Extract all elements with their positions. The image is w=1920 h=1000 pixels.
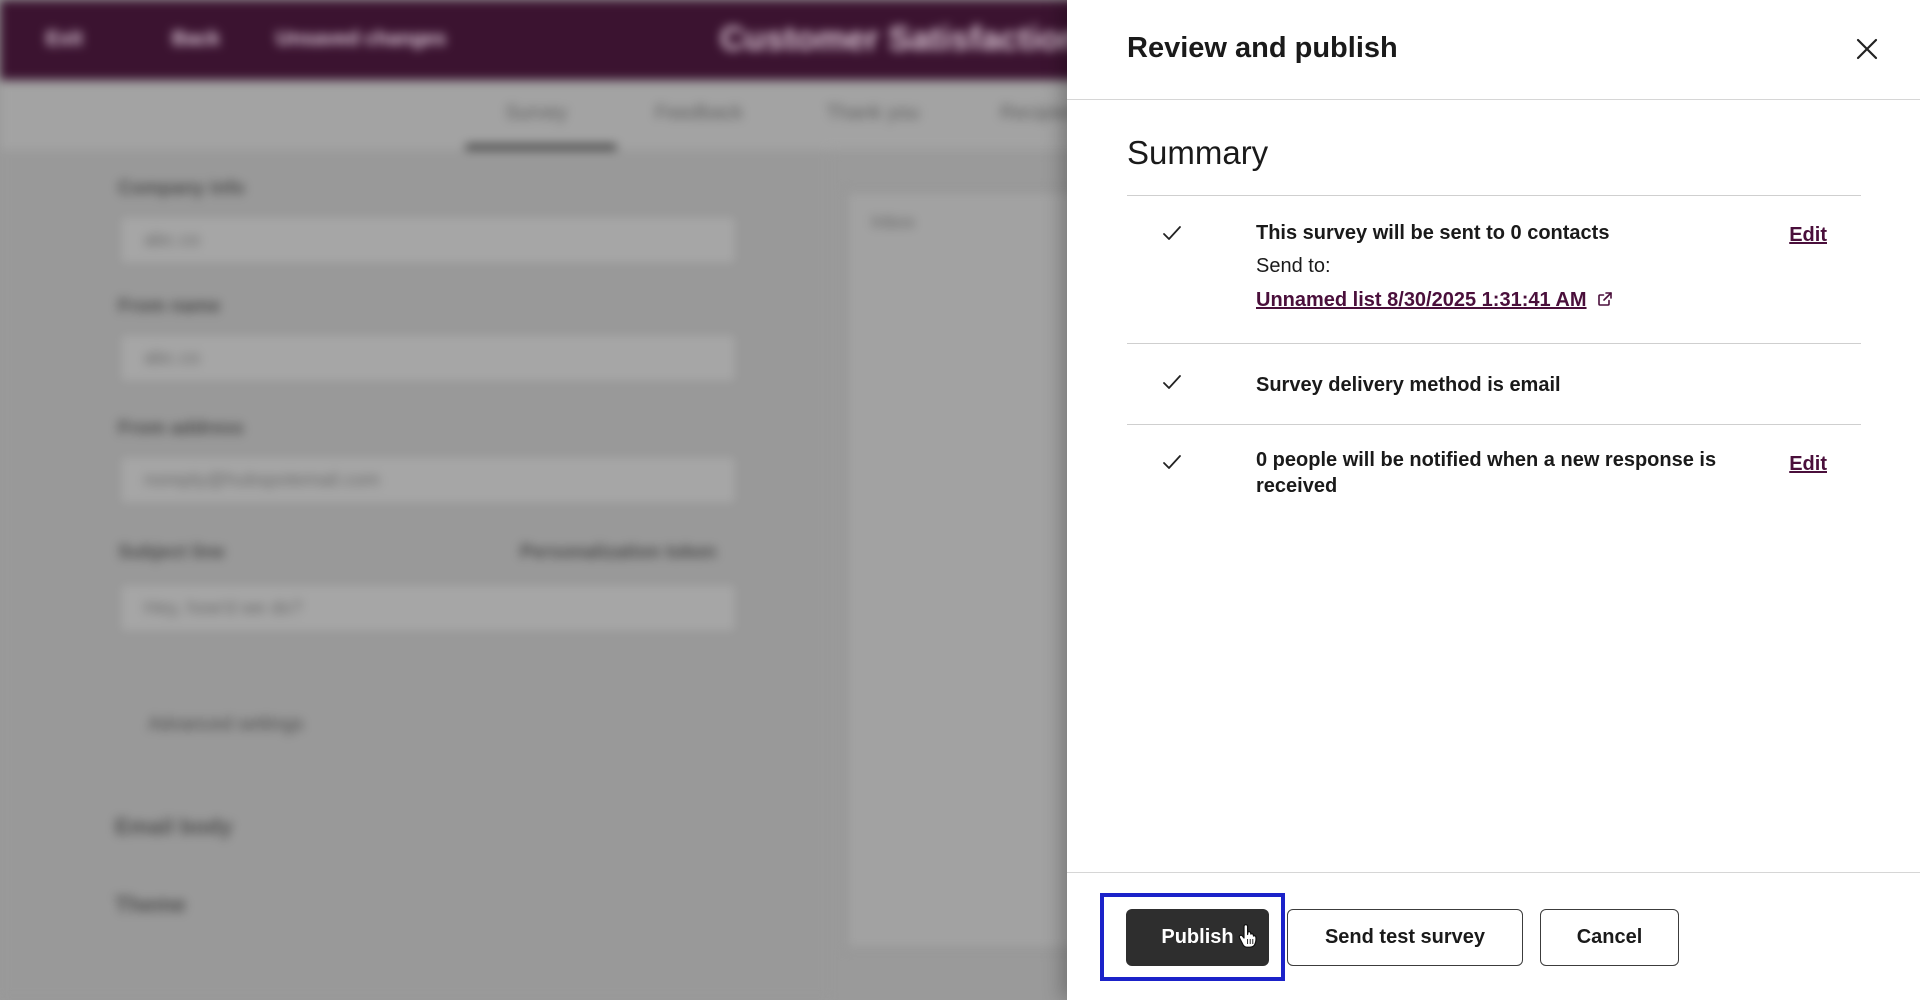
unsaved-changes-label[interactable]: Unsaved changes — [276, 28, 446, 50]
panel-title: Review and publish — [1127, 32, 1398, 64]
contact-list-link-text: Unnamed list 8/30/2025 1:31:41 AM — [1256, 289, 1587, 311]
from-name-field[interactable]: abc.co — [118, 332, 738, 384]
tab-thank-you[interactable]: Thank you — [826, 102, 919, 125]
contact-list-link[interactable]: Unnamed list 8/30/2025 1:31:41 AM — [1256, 289, 1613, 312]
summary-heading: Summary — [1127, 134, 1269, 171]
subject-line-label: Subject line — [118, 542, 225, 563]
company-info-value: abc.co — [144, 230, 200, 251]
exit-link[interactable]: Exit — [46, 28, 83, 50]
send-test-survey-button[interactable]: Send test survey — [1287, 909, 1523, 966]
from-address-field[interactable]: noreply@hubspotemail.com — [118, 454, 738, 506]
personalization-token-link[interactable]: Personalization token — [520, 542, 716, 564]
from-name-label: From name — [118, 296, 221, 317]
from-address-label: From address — [118, 418, 244, 439]
close-button[interactable] — [1852, 34, 1882, 64]
check-icon — [1163, 375, 1181, 389]
summary-item-notifications: 0 people will be notified when a new res… — [1127, 424, 1861, 524]
edit-recipients-link[interactable]: Edit — [1789, 224, 1827, 247]
tab-survey[interactable]: Survey — [505, 102, 567, 125]
notifications-summary-text: 0 people will be notified when a new res… — [1256, 449, 1717, 497]
panel-footer: Publish Send test survey Cancel — [1067, 872, 1920, 1000]
email-body-accordion[interactable]: Email body — [115, 814, 232, 840]
delivery-method-text: Survey delivery method is email — [1256, 374, 1561, 396]
summary-list: This survey will be sent to 0 contacts S… — [1127, 195, 1861, 524]
back-link[interactable]: Back — [172, 28, 220, 50]
company-info-label: Company info — [118, 178, 245, 199]
email-preview-card: Inbox — [845, 190, 1085, 950]
check-icon — [1163, 455, 1181, 469]
preview-label: Inbox — [871, 212, 916, 232]
panel-header: Review and publish — [1067, 0, 1920, 100]
summary-item-recipients: This survey will be sent to 0 contacts S… — [1127, 195, 1861, 343]
theme-accordion[interactable]: Theme — [115, 892, 186, 918]
cancel-button[interactable]: Cancel — [1540, 909, 1679, 966]
subject-line-value: Hey, how'd we do? — [144, 598, 303, 619]
advanced-settings-toggle[interactable]: Advanced settings — [148, 714, 303, 736]
recipients-summary-text: This survey will be sent to 0 contacts — [1256, 222, 1610, 244]
send-to-label: Send to: — [1256, 255, 1331, 277]
summary-item-delivery: Survey delivery method is email — [1127, 343, 1861, 424]
from-name-value: abc.co — [144, 348, 200, 369]
hand-cursor-icon — [1238, 924, 1257, 948]
external-link-icon — [1597, 292, 1612, 306]
review-publish-panel: Review and publish Summary This survey w… — [1067, 0, 1920, 1000]
close-icon — [1856, 38, 1878, 60]
from-address-value: noreply@hubspotemail.com — [144, 470, 380, 491]
check-icon — [1163, 226, 1181, 240]
edit-notifications-link[interactable]: Edit — [1789, 453, 1827, 476]
tab-feedback[interactable]: Feedback — [655, 102, 743, 125]
subject-line-field[interactable]: Hey, how'd we do? — [118, 582, 738, 634]
company-info-field[interactable]: abc.co — [118, 214, 738, 266]
settings-form — [0, 150, 830, 1000]
